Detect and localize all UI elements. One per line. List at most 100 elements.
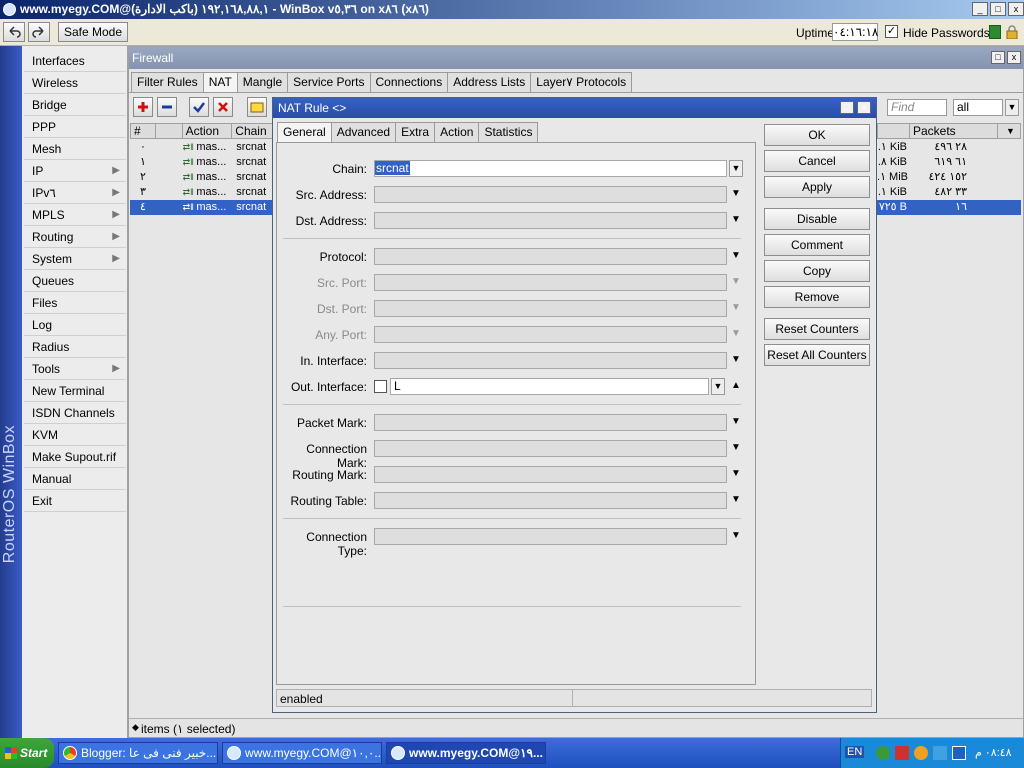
- dialog-tab-extra[interactable]: Extra: [395, 122, 436, 142]
- out-interface-invert-checkbox[interactable]: [374, 380, 387, 393]
- table-row[interactable]: ٢ ⇄‖ mas... srcnat: [130, 170, 273, 185]
- dst-address-input[interactable]: [374, 212, 727, 229]
- sidebar-item-routing[interactable]: Routing ▶: [24, 226, 126, 248]
- dialog-maximize-button[interactable]: □: [840, 101, 854, 114]
- collapse-up-icon[interactable]: ▲: [731, 380, 741, 391]
- reset-all-counters-button[interactable]: Reset All Counters: [764, 344, 870, 366]
- out-interface-select[interactable]: L: [390, 378, 709, 395]
- remove-button[interactable]: [157, 97, 177, 117]
- dst-address-expand-icon[interactable]: ▼: [731, 214, 741, 225]
- sidebar-item-mpls[interactable]: MPLS ▶: [24, 204, 126, 226]
- routing-mark-expand-icon[interactable]: ▼: [731, 468, 741, 479]
- taskbar-task[interactable]: www.myegy.COM@١٩...: [386, 742, 546, 764]
- enable-button[interactable]: [189, 97, 209, 117]
- tab-service-ports[interactable]: Service Ports: [287, 72, 371, 92]
- redo-button[interactable]: [28, 22, 50, 42]
- sidebar-item-mesh[interactable]: Mesh: [24, 138, 126, 160]
- sidebar-item-files[interactable]: Files: [24, 292, 126, 314]
- safe-mode-button[interactable]: Safe Mode: [58, 22, 128, 42]
- connection-mark-expand-icon[interactable]: ▼: [731, 442, 741, 453]
- add-button[interactable]: [133, 97, 153, 117]
- maximize-button[interactable]: □: [990, 2, 1006, 16]
- sidebar-item-isdn-channels[interactable]: ISDN Channels: [24, 402, 126, 424]
- undo-button[interactable]: [3, 22, 25, 42]
- sidebar-item-tools[interactable]: Tools ▶: [24, 358, 126, 380]
- sidebar-item-ipv-[interactable]: IPv٦ ▶: [24, 182, 126, 204]
- chain-input[interactable]: srcnat: [374, 160, 727, 177]
- table-row-right[interactable]: .١ KiB ٣٣ ٤٨٢: [877, 185, 1021, 200]
- connection-type-expand-icon[interactable]: ▼: [731, 530, 741, 541]
- sidebar-item-interfaces[interactable]: Interfaces: [24, 50, 126, 72]
- tab-filter-rules[interactable]: Filter Rules: [131, 72, 204, 92]
- col-menu[interactable]: ▼: [998, 124, 1020, 138]
- protocol-input[interactable]: [374, 248, 727, 265]
- cancel-button[interactable]: Cancel: [764, 150, 870, 172]
- sidebar-item-system[interactable]: System ▶: [24, 248, 126, 270]
- tab-nat[interactable]: NAT: [202, 72, 238, 93]
- filter-dropdown-icon[interactable]: ▼: [1005, 99, 1019, 116]
- sidebar-item-radius[interactable]: Radius: [24, 336, 126, 358]
- tab-address-lists[interactable]: Address Lists: [447, 72, 532, 92]
- packet-mark-input[interactable]: [374, 414, 727, 431]
- comment-button[interactable]: [247, 97, 267, 117]
- in-interface-expand-icon[interactable]: ▼: [731, 354, 741, 365]
- table-row-right[interactable]: .١ MiB ١٥٢ ٤٢٤: [877, 170, 1021, 185]
- out-interface-dropdown-icon[interactable]: ▼: [711, 378, 725, 395]
- apply-button[interactable]: Apply: [764, 176, 870, 198]
- connection-type-input[interactable]: [374, 528, 727, 545]
- col-packets[interactable]: Packets: [910, 124, 998, 138]
- minimize-button[interactable]: _: [972, 2, 988, 16]
- taskbar-task[interactable]: Blogger: خبير فنى فى عا...: [58, 742, 218, 764]
- language-indicator[interactable]: EN: [845, 746, 865, 758]
- dialog-tab-action[interactable]: Action: [434, 122, 480, 142]
- dialog-tab-statistics[interactable]: Statistics: [478, 122, 539, 142]
- disable-button[interactable]: Disable: [764, 208, 870, 230]
- in-interface-input[interactable]: [374, 352, 727, 369]
- tab-connections[interactable]: Connections: [369, 72, 449, 92]
- routing-mark-input[interactable]: [374, 466, 727, 483]
- hide-passwords-checkbox[interactable]: ✓: [885, 25, 898, 38]
- firewall-maximize-button[interactable]: □: [991, 51, 1005, 64]
- disable-button[interactable]: [213, 97, 233, 117]
- col-action[interactable]: Action: [183, 124, 233, 138]
- dialog-close-button[interactable]: x: [857, 101, 871, 114]
- protocol-expand-icon[interactable]: ▼: [731, 250, 741, 261]
- dialog-tab-general[interactable]: General: [277, 122, 332, 143]
- routing-table-input[interactable]: [374, 492, 727, 509]
- sidebar-item-new-terminal[interactable]: New Terminal: [24, 380, 126, 402]
- chain-dropdown-icon[interactable]: ▼: [729, 160, 743, 177]
- sidebar-item-ip[interactable]: IP ▶: [24, 160, 126, 182]
- tab-layer-protocols[interactable]: Layer٧ Protocols: [530, 72, 633, 92]
- taskbar-task[interactable]: www.myegy.COM@١٠,٠...: [222, 742, 382, 764]
- table-row[interactable]: ٤ ⇄‖ mas... srcnat: [130, 200, 273, 215]
- sidebar-item-ppp[interactable]: PPP: [24, 116, 126, 138]
- comment-button[interactable]: Comment: [764, 234, 870, 256]
- table-row[interactable]: ٣ ⇄‖ mas... srcnat: [130, 185, 273, 200]
- table-row-right[interactable]: .٨ KiB ٦١ ٦١٩: [877, 155, 1021, 170]
- sidebar-item-log[interactable]: Log: [24, 314, 126, 336]
- sidebar-item-bridge[interactable]: Bridge: [24, 94, 126, 116]
- dialog-tab-advanced[interactable]: Advanced: [330, 122, 397, 142]
- table-row[interactable]: ١ ⇄‖ mas... srcnat: [130, 155, 273, 170]
- sidebar-item-exit[interactable]: Exit: [24, 490, 126, 512]
- connection-mark-input[interactable]: [374, 440, 727, 457]
- table-row-right[interactable]: ٧٢٥ B ١٦: [877, 200, 1021, 215]
- reset-counters-button[interactable]: Reset Counters: [764, 318, 870, 340]
- src-address-input[interactable]: [374, 186, 727, 203]
- ok-button[interactable]: OK: [764, 124, 870, 146]
- sidebar-item-queues[interactable]: Queues: [24, 270, 126, 292]
- remove-button[interactable]: Remove: [764, 286, 870, 308]
- sidebar-item-kvm[interactable]: KVM: [24, 424, 126, 446]
- col-num[interactable]: #: [131, 124, 156, 138]
- sidebar-item-make-supout-rif[interactable]: Make Supout.rif: [24, 446, 126, 468]
- col-chain[interactable]: Chain: [232, 124, 272, 138]
- close-button[interactable]: x: [1008, 2, 1024, 16]
- filter-select[interactable]: all: [953, 99, 1003, 116]
- table-row-right[interactable]: .١ KiB ٢٨ ٤٩٦: [877, 140, 1021, 155]
- packet-mark-expand-icon[interactable]: ▼: [731, 416, 741, 427]
- copy-button[interactable]: Copy: [764, 260, 870, 282]
- table-row[interactable]: ٠ ⇄‖ mas... srcnat: [130, 140, 273, 155]
- find-input[interactable]: Find: [887, 99, 947, 116]
- firewall-close-button[interactable]: x: [1007, 51, 1021, 64]
- src-address-expand-icon[interactable]: ▼: [731, 188, 741, 199]
